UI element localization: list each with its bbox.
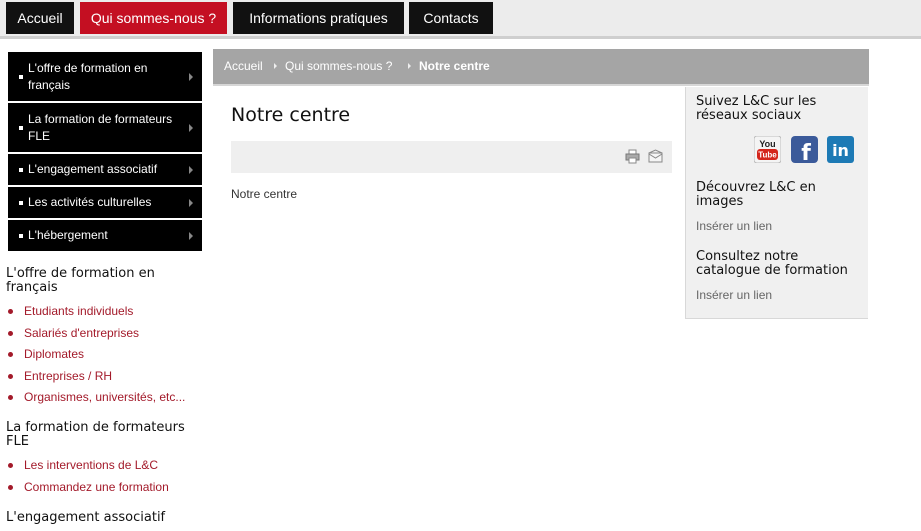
sidebar-link-diplomates[interactable]: Diplomates (24, 347, 84, 361)
left-menu-item-formation-formateurs[interactable]: La formation de formateurs FLE (8, 103, 202, 152)
bullet-icon (8, 463, 13, 468)
youtube-icon[interactable]: You Tube (754, 136, 781, 163)
breadcrumb-link-qui-sommes-nous[interactable]: Qui sommes-nous ? (285, 49, 392, 84)
nav-tab-accueil[interactable]: Accueil (6, 2, 74, 34)
list-item: Diplomates (6, 344, 206, 366)
square-bullet-icon (19, 167, 23, 172)
bullet-icon (8, 373, 13, 379)
breadcrumb-current: Notre centre (419, 59, 490, 73)
sidebar-link-commandez[interactable]: Commandez une formation (24, 480, 169, 494)
square-bullet-icon (19, 74, 23, 79)
sidebar-link-list: Les interventions de L&C Commandez une f… (6, 455, 206, 498)
chevron-right-icon (189, 231, 193, 240)
chevron-right-icon (408, 63, 411, 69)
right-column: Suivez L&C sur les réseaux sociaux You T… (685, 87, 868, 319)
sidebar-link-interventions[interactable]: Les interventions de L&C (24, 458, 158, 472)
bullet-icon (8, 395, 13, 400)
bullet-icon (8, 309, 13, 314)
images-title: Découvrez L&C en images (696, 180, 816, 209)
left-menu-item-label: L'offre de formation en français (28, 60, 148, 92)
bullet-icon (8, 484, 13, 490)
sidebar-link-salaries[interactable]: Salariés d'entreprises (24, 326, 139, 340)
email-icon[interactable] (648, 149, 663, 164)
nav-tab-contacts[interactable]: Contacts (409, 2, 493, 34)
page-title: Notre centre (231, 104, 351, 126)
sidebar-link-entreprises[interactable]: Entreprises / RH (24, 369, 112, 383)
left-menu-item-engagement-associatif[interactable]: L'engagement associatif (8, 154, 202, 185)
sidebar-section-title: L'engagement associatif (6, 510, 166, 525)
left-menu-item-activites-culturelles[interactable]: Les activités culturelles (8, 187, 202, 218)
svg-text:f: f (801, 141, 811, 163)
facebook-icon[interactable]: f (791, 136, 818, 163)
list-item: Salariés d'entreprises (6, 323, 206, 345)
list-item: Etudiants individuels (6, 301, 206, 323)
svg-text:in: in (832, 141, 849, 160)
chevron-right-icon (189, 165, 193, 174)
nav-tab-qui-sommes-nous[interactable]: Qui sommes-nous ? (80, 2, 227, 34)
linkedin-icon[interactable]: in (827, 136, 854, 163)
chevron-right-icon (189, 123, 193, 132)
chevron-right-icon (189, 72, 193, 81)
svg-text:You: You (759, 139, 775, 149)
list-item: Les interventions de L&C (6, 455, 206, 477)
list-item: Entreprises / RH (6, 366, 206, 388)
catalogue-title: Consultez notre catalogue de formation (696, 249, 848, 278)
bullet-icon (8, 330, 13, 336)
list-item: Organismes, universités, etc... (6, 387, 206, 409)
chevron-right-icon (274, 63, 277, 69)
nav-tab-informations-pratiques[interactable]: Informations pratiques (233, 2, 404, 34)
svg-text:Tube: Tube (758, 151, 777, 160)
sidebar-section-engagement: L'engagement associatif (6, 511, 206, 531)
sidebar-link-etudiants[interactable]: Etudiants individuels (24, 304, 133, 318)
sidebar-section-formateurs: La formation de formateurs FLE Les inter… (6, 421, 206, 498)
square-bullet-icon (19, 125, 23, 130)
sidebar-section-offre: L'offre de formation en français Etudian… (6, 267, 206, 409)
bullet-icon (8, 352, 13, 357)
left-menu-item-label: L'engagement associatif (28, 162, 158, 176)
left-menu-item-label: Les activités culturelles (28, 195, 152, 209)
sidebar-section-title: L'offre de formation en français (6, 266, 155, 295)
article-toolbar (231, 141, 672, 173)
sidebar-section-title: La formation de formateurs FLE (6, 420, 185, 449)
sidebar-link-organismes[interactable]: Organismes, universités, etc... (24, 390, 185, 404)
article-body: Notre centre (231, 187, 298, 201)
images-link[interactable]: Insérer un lien (696, 219, 772, 233)
left-menu: L'offre de formation en français La form… (8, 52, 202, 253)
left-menu-item-hebergement[interactable]: L'hébergement (8, 220, 202, 251)
chevron-right-icon (189, 198, 193, 207)
left-menu-item-offre-formation[interactable]: L'offre de formation en français (8, 52, 202, 101)
catalogue-link[interactable]: Insérer un lien (696, 288, 772, 302)
print-icon[interactable] (625, 149, 640, 164)
top-navigation: Accueil Qui sommes-nous ? Informations p… (0, 0, 921, 39)
left-menu-item-label: L'hébergement (28, 228, 108, 242)
breadcrumb-link-accueil[interactable]: Accueil (224, 49, 263, 84)
square-bullet-icon (19, 200, 23, 205)
social-title: Suivez L&C sur les réseaux sociaux (696, 94, 817, 123)
left-menu-item-label: La formation de formateurs FLE (28, 111, 173, 143)
sidebar-link-list: Etudiants individuels Salariés d'entrepr… (6, 301, 206, 409)
breadcrumb: Accueil Qui sommes-nous ? Notre centre (213, 49, 869, 86)
list-item: Commandez une formation (6, 477, 206, 499)
square-bullet-icon (19, 233, 23, 238)
